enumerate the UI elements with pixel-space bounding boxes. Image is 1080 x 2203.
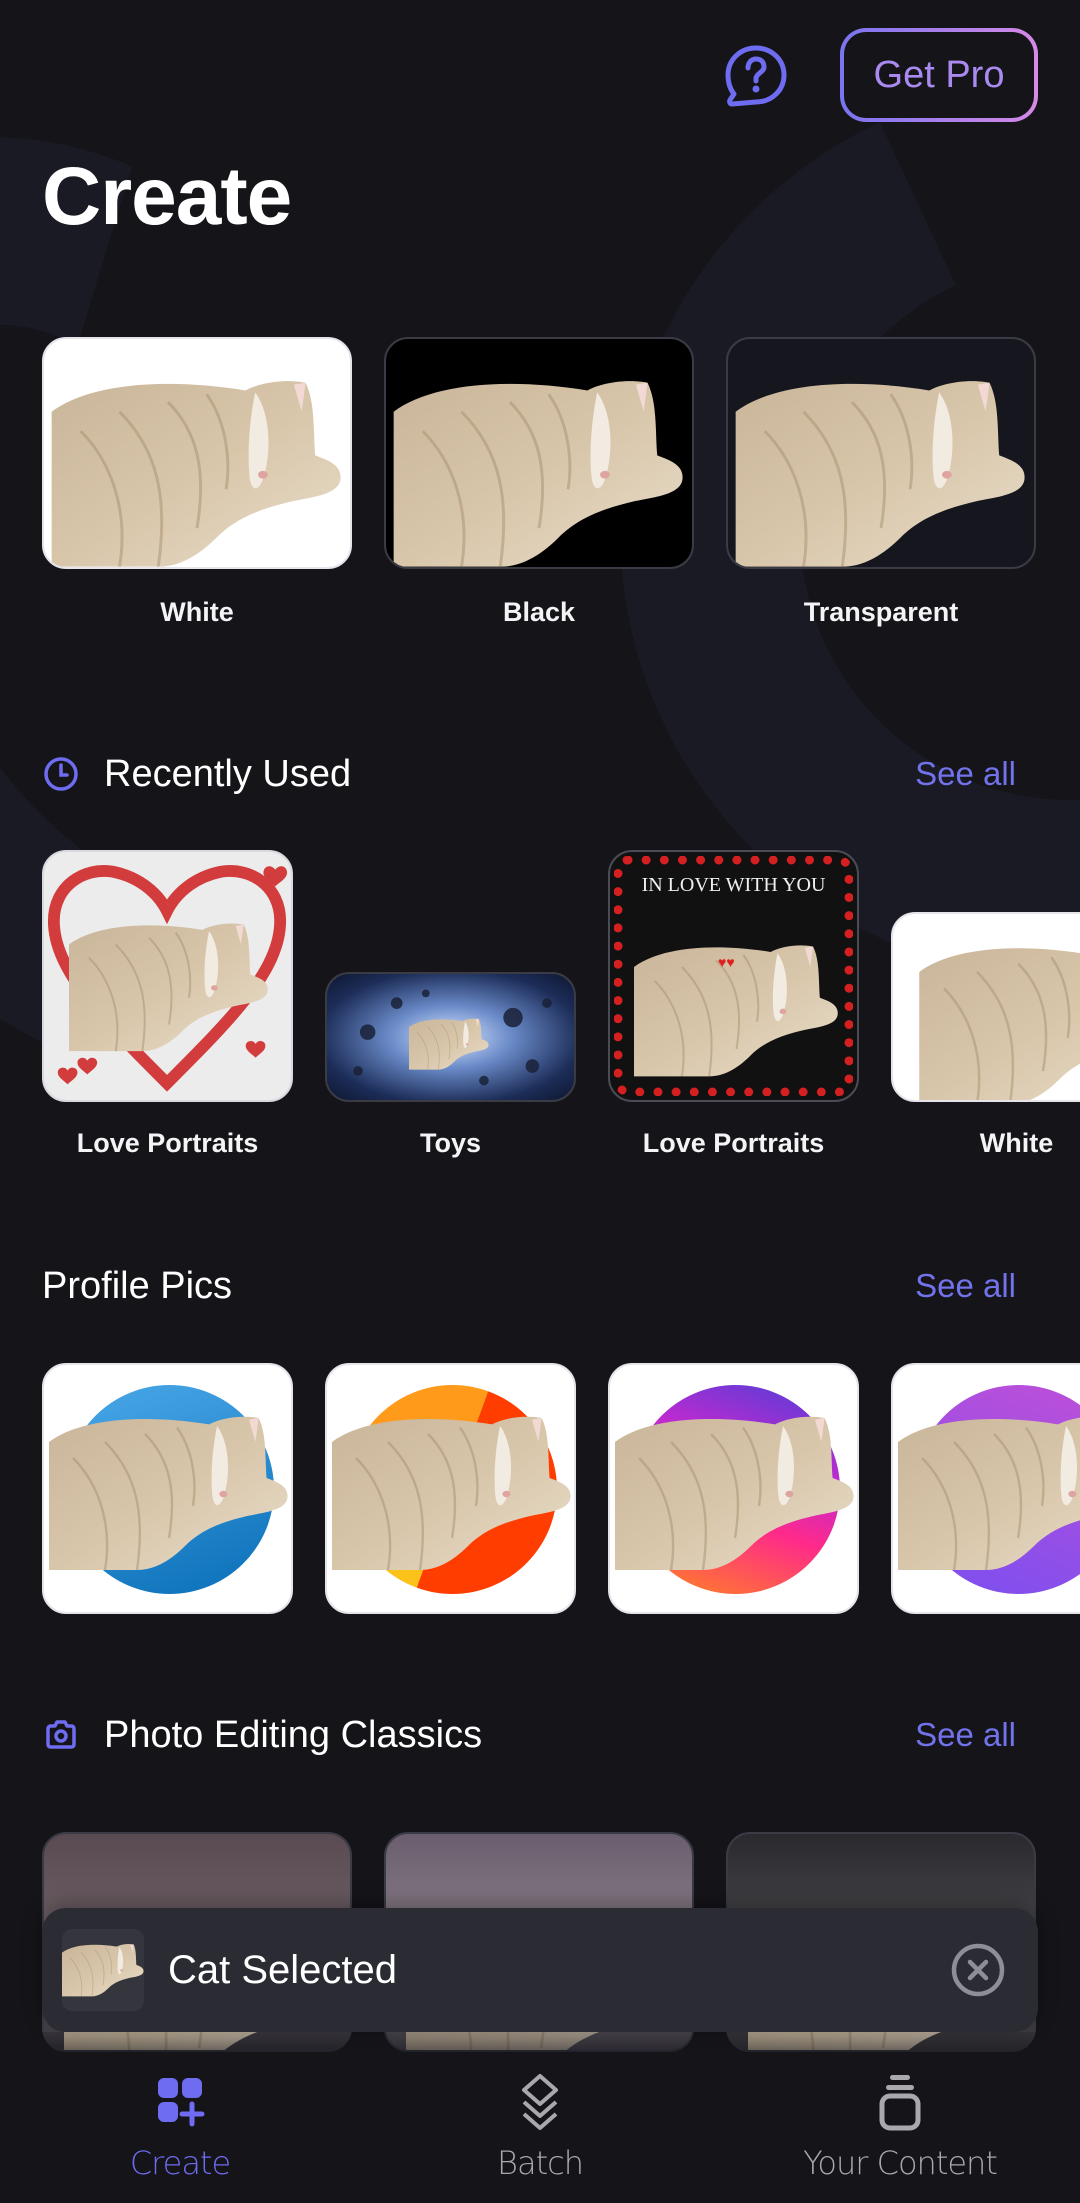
- recently-used-labels: Love Portraits Toys Love Portraits White: [42, 1128, 1080, 1159]
- see-all-profile-pics[interactable]: See all: [915, 1267, 1016, 1305]
- section-title: Profile Pics: [42, 1264, 233, 1307]
- snackbar-text: Cat Selected: [168, 1947, 398, 1992]
- photo-editing-header: Photo Editing Classics See all: [42, 1705, 1042, 1765]
- selected-thumbnail: [62, 1929, 144, 2011]
- cat-image: [728, 373, 1034, 567]
- cat-image: [386, 373, 692, 567]
- section-title: Recently Used: [104, 752, 352, 795]
- cat-image: [49, 1410, 289, 1570]
- background-label: Black: [502, 597, 576, 627]
- recent-item-label: Love Portraits: [76, 1128, 259, 1158]
- recent-thumbnail: IN LOVE WITH YOU ♥♥: [608, 850, 859, 1102]
- nav-your-content[interactable]: Your Content: [720, 2060, 1080, 2203]
- camera-icon: [46, 1720, 76, 1749]
- background-thumbnail: [384, 337, 694, 569]
- background-option-black[interactable]: Black: [384, 337, 694, 628]
- get-pro-label: Get Pro: [844, 32, 1034, 118]
- page-title: Create: [42, 151, 292, 242]
- layers-icon: [522, 2074, 558, 2130]
- recently-used-list: IN LOVE WITH YOU ♥♥: [42, 850, 1080, 1102]
- profile-pic-orange[interactable]: [325, 1363, 576, 1614]
- card-caption: IN LOVE WITH YOU: [641, 874, 826, 896]
- background-label: Transparent: [803, 597, 959, 627]
- section-title: Photo Editing Classics: [104, 1713, 483, 1756]
- recent-item-label: White: [979, 1128, 1054, 1158]
- background-label: White: [160, 597, 234, 627]
- recently-used-header: Recently Used See all: [42, 744, 1042, 804]
- nav-label: Your Content: [803, 2144, 998, 2182]
- nav-batch[interactable]: Batch: [360, 2060, 720, 2203]
- recent-thumbnail: [891, 912, 1080, 1102]
- recent-item-love-portraits[interactable]: [42, 850, 293, 1102]
- nav-label: Create: [129, 2144, 231, 2182]
- get-pro-button[interactable]: Get Pro: [840, 28, 1038, 122]
- background-thumbnail: [42, 337, 352, 569]
- recent-item-label: Love Portraits: [642, 1128, 825, 1158]
- background-option-transparent[interactable]: Transparent: [726, 337, 1036, 628]
- cat-image: [409, 1012, 489, 1074]
- recent-thumbnail: [325, 972, 576, 1102]
- cat-image: [69, 917, 269, 1052]
- create-grid-plus-icon: [158, 2078, 205, 2127]
- nav-create[interactable]: Create: [0, 2060, 360, 2203]
- profile-pic-purple[interactable]: [891, 1363, 1080, 1614]
- background-option-white[interactable]: White: [42, 337, 352, 628]
- recent-item-toys[interactable]: [325, 972, 576, 1102]
- nav-label: Batch: [497, 2144, 584, 2182]
- see-all-recently-used[interactable]: See all: [915, 755, 1016, 793]
- recent-item-love-portraits-2[interactable]: IN LOVE WITH YOU ♥♥: [608, 850, 859, 1102]
- cat-image: [893, 939, 1080, 1102]
- profile-pic-blue[interactable]: [42, 1363, 293, 1614]
- recent-item-white[interactable]: [891, 912, 1080, 1102]
- cat-image: [634, 937, 839, 1079]
- see-all-photo-editing[interactable]: See all: [915, 1716, 1016, 1754]
- cat-image: [44, 373, 350, 567]
- recent-thumbnail: [42, 850, 293, 1102]
- cat-image: [615, 1410, 855, 1570]
- bottom-nav: Create Batch Your Content: [0, 2060, 1080, 2203]
- close-circle-icon[interactable]: [950, 1942, 1006, 1998]
- clock-icon: [44, 757, 78, 791]
- profile-pic-sunset[interactable]: [608, 1363, 859, 1614]
- help-chat-icon[interactable]: [722, 42, 790, 110]
- background-options: White Black Transparent: [42, 337, 1036, 628]
- selection-snackbar: Cat Selected: [42, 1908, 1038, 2032]
- cat-image: [332, 1410, 572, 1570]
- hearts-eyes-icon: ♥♥: [718, 954, 735, 970]
- stack-icon: [879, 2075, 921, 2131]
- background-thumbnail: [726, 337, 1036, 569]
- recent-item-label: Toys: [419, 1128, 481, 1158]
- cat-image: [898, 1410, 1080, 1570]
- profile-pics-list: [42, 1363, 1080, 1614]
- profile-pics-header: Profile Pics See all: [42, 1256, 1042, 1316]
- cat-image: [62, 1941, 144, 1997]
